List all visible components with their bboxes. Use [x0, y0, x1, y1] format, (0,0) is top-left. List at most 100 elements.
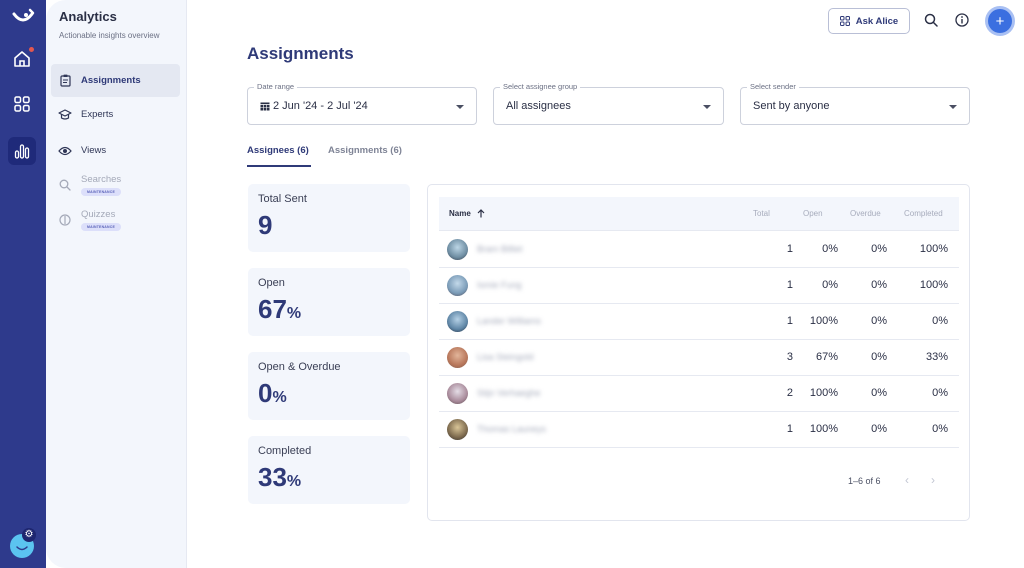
calendar-icon — [260, 102, 270, 111]
sidebar-item-label: Views — [81, 145, 107, 156]
avatar — [447, 311, 468, 332]
quiz-icon — [58, 213, 72, 227]
sender-label: Select sender — [747, 82, 799, 91]
logo-icon[interactable] — [10, 8, 36, 28]
column-header-completed[interactable]: Completed — [904, 209, 943, 218]
sidebar-item-label: Quizzes — [81, 209, 116, 220]
rail-analytics-button[interactable] — [8, 137, 36, 165]
settings-gear-icon[interactable]: ⚙ — [22, 528, 36, 542]
assignee-group-label: Select assignee group — [500, 82, 581, 91]
graduation-cap-icon — [58, 108, 72, 122]
assignee-name: Lisa Steingold — [477, 352, 534, 362]
tab-assignees[interactable]: Assignees (6) — [247, 145, 309, 156]
sidebar-item-experts[interactable]: Experts — [51, 98, 180, 131]
table-row[interactable]: Lisa Steingold 3 67% 0% 33% — [439, 340, 959, 376]
table-row[interactable]: Ismie Fung 1 0% 0% 100% — [439, 268, 959, 304]
sender-value: Sent by anyone — [753, 100, 830, 112]
cell-completed: 100% — [919, 243, 948, 255]
cell-overdue: 0% — [871, 315, 887, 327]
app: ⚙ Analytics Actionable insights overview… — [0, 0, 1024, 568]
cell-open: 0% — [822, 243, 838, 255]
ask-alice-label: Ask Alice — [855, 15, 899, 27]
cell-completed: 0% — [932, 387, 948, 399]
info-icon — [955, 13, 969, 27]
sidebar-item-label: Experts — [81, 109, 114, 120]
stat-label: Completed — [258, 445, 312, 457]
caret-down-icon — [456, 105, 464, 109]
cell-completed: 0% — [932, 423, 948, 435]
assignees-table-card: Name Total Open Overdue Completed Bram B… — [427, 184, 970, 521]
avatar — [447, 239, 468, 260]
sidebar-subtitle: Actionable insights overview — [59, 31, 160, 40]
column-header-total[interactable]: Total — [753, 209, 770, 218]
sidebar-item-label: Searches — [81, 174, 122, 185]
assignee-group-select[interactable]: Select assignee group All assignees — [493, 82, 724, 125]
assignee-name: Lander Williams — [477, 316, 542, 326]
create-button[interactable]: + — [988, 9, 1012, 33]
tab-assignments[interactable]: Assignments (6) — [328, 145, 402, 156]
avatar — [447, 383, 468, 404]
table-row[interactable]: Thomas Launeys 1 100% 0% 0% — [439, 412, 959, 448]
column-header-open[interactable]: Open — [803, 209, 823, 218]
sidebar-item-views[interactable]: Views — [51, 134, 180, 167]
info-button[interactable] — [953, 11, 971, 29]
app-rail: ⚙ — [0, 0, 46, 568]
cell-total: 1 — [786, 423, 793, 435]
search-button[interactable] — [922, 11, 940, 29]
cell-open: 100% — [809, 315, 838, 327]
maintenance-badge: MAINTENANCE — [81, 188, 121, 196]
next-page-button[interactable]: › — [931, 473, 935, 487]
maintenance-badge: MAINTENANCE — [81, 223, 121, 231]
avatar — [447, 275, 468, 296]
assignee-name: Bram Billiet — [477, 244, 523, 254]
ask-alice-button[interactable]: Ask Alice — [828, 8, 910, 34]
eye-icon — [58, 144, 72, 158]
page-title: Assignments — [247, 44, 354, 63]
table-header: Name Total Open Overdue Completed — [439, 197, 959, 231]
home-icon — [14, 51, 30, 67]
cell-open: 100% — [809, 387, 838, 399]
cell-overdue: 0% — [871, 351, 887, 363]
cell-total: 1 — [786, 279, 793, 291]
sender-select[interactable]: Select sender Sent by anyone — [740, 82, 970, 125]
caret-down-icon — [949, 105, 957, 109]
analytics-sidebar: Analytics Actionable insights overview A… — [46, 0, 187, 568]
assignee-group-value: All assignees — [506, 100, 571, 112]
stat-label: Total Sent — [258, 193, 307, 205]
stat-value: 33% — [258, 462, 302, 492]
search-icon — [924, 13, 938, 27]
stat-card-open: Open 67% — [248, 268, 410, 336]
plus-icon: + — [995, 12, 1005, 30]
sidebar-item-assignments[interactable]: Assignments — [51, 64, 180, 97]
table-row[interactable]: Lander Williams 1 100% 0% 0% — [439, 304, 959, 340]
date-range-select[interactable]: Date range 2 Jun '24 - 2 Jul '24 — [247, 82, 477, 125]
date-range-value: 2 Jun '24 - 2 Jul '24 — [273, 100, 368, 112]
clipboard-icon — [58, 74, 72, 88]
previous-page-button[interactable]: ‹ — [905, 473, 909, 487]
search-icon — [58, 178, 72, 192]
assignee-name: Thomas Launeys — [477, 424, 547, 434]
sidebar-item-quizzes: Quizzes MAINTENANCE — [51, 203, 180, 237]
rail-apps-button[interactable] — [8, 90, 36, 118]
sidebar-item-label: Assignments — [81, 75, 141, 86]
sort-ascending-icon — [477, 209, 485, 218]
stat-card-open-overdue: Open & Overdue 0% — [248, 352, 410, 420]
cell-overdue: 0% — [871, 423, 887, 435]
table-row[interactable]: Bram Billiet 1 0% 0% 100% — [439, 232, 959, 268]
cell-overdue: 0% — [871, 243, 887, 255]
cell-overdue: 0% — [871, 387, 887, 399]
bar-chart-icon — [14, 144, 30, 159]
rail-home-button[interactable] — [8, 45, 36, 73]
table-row[interactable]: Stijn Verhaeghe 2 100% 0% 0% — [439, 376, 959, 412]
cell-completed: 100% — [919, 279, 948, 291]
stat-label: Open & Overdue — [258, 361, 341, 373]
grid-icon — [14, 96, 30, 112]
stat-card-completed: Completed 33% — [248, 436, 410, 504]
assignee-name: Ismie Fung — [477, 280, 522, 290]
avatar — [447, 347, 468, 368]
cell-total: 1 — [786, 243, 793, 255]
stat-card-total-sent: Total Sent 9 — [248, 184, 410, 252]
column-header-name[interactable]: Name — [449, 209, 485, 218]
pagination-label: 1–6 of 6 — [848, 476, 881, 486]
column-header-overdue[interactable]: Overdue — [850, 209, 881, 218]
